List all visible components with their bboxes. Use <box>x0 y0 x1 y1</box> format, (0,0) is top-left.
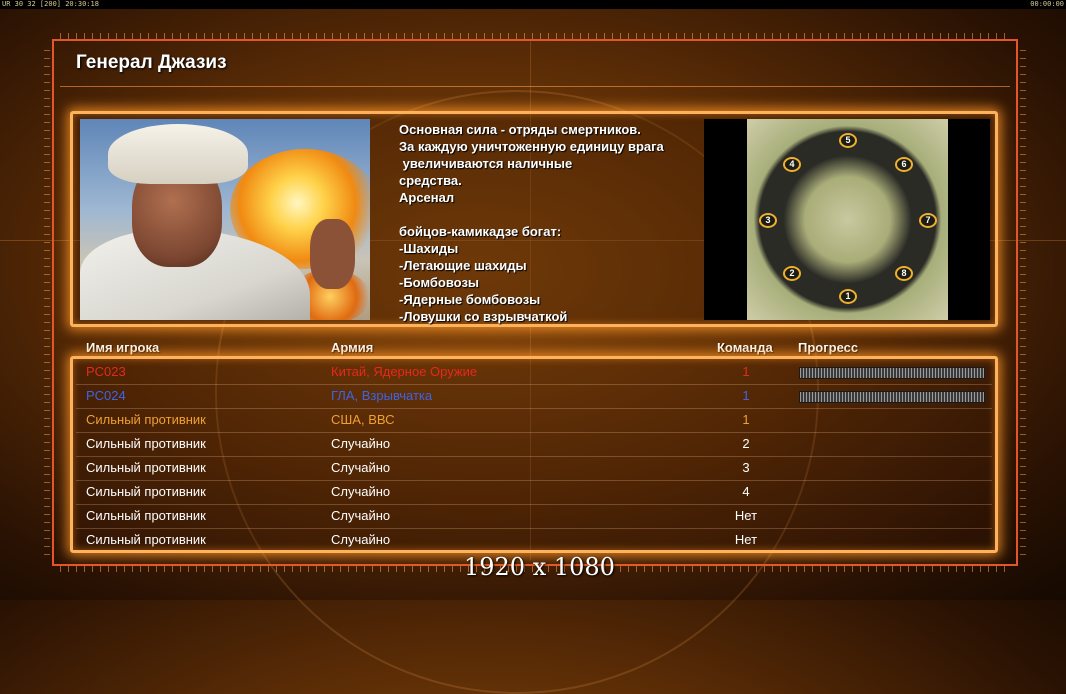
player-name-cell[interactable]: Сильный противник <box>86 504 206 528</box>
description-line: -Шахиды <box>399 241 459 256</box>
start-position-6[interactable]: 6 <box>895 157 913 172</box>
description-line: -Ловушки со взрывчаткой <box>399 309 568 324</box>
resolution-label: 1920 x 1080 <box>464 553 615 581</box>
description-line: За каждую уничтоженную единицу врага <box>399 139 664 154</box>
player-army-cell[interactable]: Случайно <box>331 504 390 528</box>
start-position-4[interactable]: 4 <box>783 157 801 172</box>
player-army-cell[interactable]: Случайно <box>331 480 390 504</box>
player-team-cell[interactable]: 3 <box>716 456 776 480</box>
description-line: увеличиваются наличные <box>399 156 573 171</box>
player-name-cell[interactable]: Сильный противник <box>86 528 206 552</box>
player-name-cell[interactable]: PC024 <box>86 384 126 408</box>
player-name-cell[interactable]: Сильный противник <box>86 480 206 504</box>
header-army: Армия <box>331 340 374 355</box>
player-army-cell[interactable]: США, ВВС <box>331 408 395 432</box>
map-preview[interactable]: 1 2 3 4 5 6 7 8 <box>704 119 990 320</box>
description-line: средства. <box>399 173 462 188</box>
status-left-text: UR 30 32 [200] 20:30:18 <box>2 0 99 8</box>
loading-progress-bar <box>799 367 985 379</box>
header-progress: Прогресс <box>798 340 859 355</box>
description-line <box>399 206 699 223</box>
player-army-cell[interactable]: Случайно <box>331 432 390 456</box>
player-row[interactable]: Сильный противник Случайно Нет <box>76 504 992 528</box>
player-name-cell[interactable]: PC023 <box>86 360 126 384</box>
header-player-name: Имя игрока <box>86 340 160 355</box>
status-clock: 00:00:00 <box>1030 0 1064 8</box>
player-row[interactable]: Сильный противник Случайно 3 <box>76 456 992 480</box>
description-line: -Летающие шахиды <box>399 258 527 273</box>
player-team-cell[interactable]: 4 <box>716 480 776 504</box>
hand-graphic <box>310 219 355 289</box>
description-line: -Бомбовозы <box>399 275 480 290</box>
start-position-7[interactable]: 7 <box>919 213 937 228</box>
player-name-cell[interactable]: Сильный противник <box>86 408 206 432</box>
player-row[interactable]: PC024 ГЛА, Взрывчатка 1 <box>76 384 992 408</box>
player-team-cell[interactable]: 1 <box>716 360 776 384</box>
general-title: Генерал Джазиз <box>76 52 227 73</box>
player-row[interactable]: Сильный противник Случайно Нет <box>76 528 992 552</box>
player-team-cell[interactable]: Нет <box>716 528 776 552</box>
start-position-3[interactable]: 3 <box>759 213 777 228</box>
start-position-8[interactable]: 8 <box>895 266 913 281</box>
header-team: Команда <box>717 340 773 355</box>
player-row[interactable]: Сильный противник Случайно 4 <box>76 480 992 504</box>
player-team-cell[interactable]: 1 <box>716 408 776 432</box>
start-position-5[interactable]: 5 <box>839 133 857 148</box>
general-description: Основная сила - отряды смертников. За каж… <box>399 121 699 325</box>
player-army-cell[interactable]: ГЛА, Взрывчатка <box>331 384 432 408</box>
title-divider <box>60 86 1010 87</box>
ruler-right <box>1020 50 1026 555</box>
start-position-2[interactable]: 2 <box>783 266 801 281</box>
player-name-cell[interactable]: Сильный противник <box>86 432 206 456</box>
description-line: Основная сила - отряды смертников. <box>399 122 641 137</box>
description-line: Арсенал <box>399 190 455 205</box>
status-bar: UR 30 32 [200] 20:30:18 00:00:00 <box>0 0 1066 9</box>
player-team-cell[interactable]: Нет <box>716 504 776 528</box>
start-position-1[interactable]: 1 <box>839 289 857 304</box>
player-row[interactable]: Сильный противник США, ВВС 1 <box>76 408 992 432</box>
player-row[interactable]: PC023 Китай, Ядерное Оружие 1 <box>76 360 992 384</box>
player-army-cell[interactable]: Китай, Ядерное Оружие <box>331 360 477 384</box>
description-line: бойцов-камикадзе богат: <box>399 224 562 239</box>
player-row[interactable]: Сильный противник Случайно 2 <box>76 432 992 456</box>
description-line: -Ядерные бомбовозы <box>399 292 541 307</box>
loading-progress-bar <box>799 391 985 403</box>
player-army-cell[interactable]: Случайно <box>331 528 390 552</box>
player-army-cell[interactable]: Случайно <box>331 456 390 480</box>
player-team-cell[interactable]: 1 <box>716 384 776 408</box>
turban-graphic <box>108 124 248 184</box>
general-portrait <box>80 119 370 320</box>
player-team-cell[interactable]: 2 <box>716 432 776 456</box>
player-name-cell[interactable]: Сильный противник <box>86 456 206 480</box>
map-terrain: 1 2 3 4 5 6 7 8 <box>747 119 948 320</box>
ruler-left <box>44 50 50 555</box>
